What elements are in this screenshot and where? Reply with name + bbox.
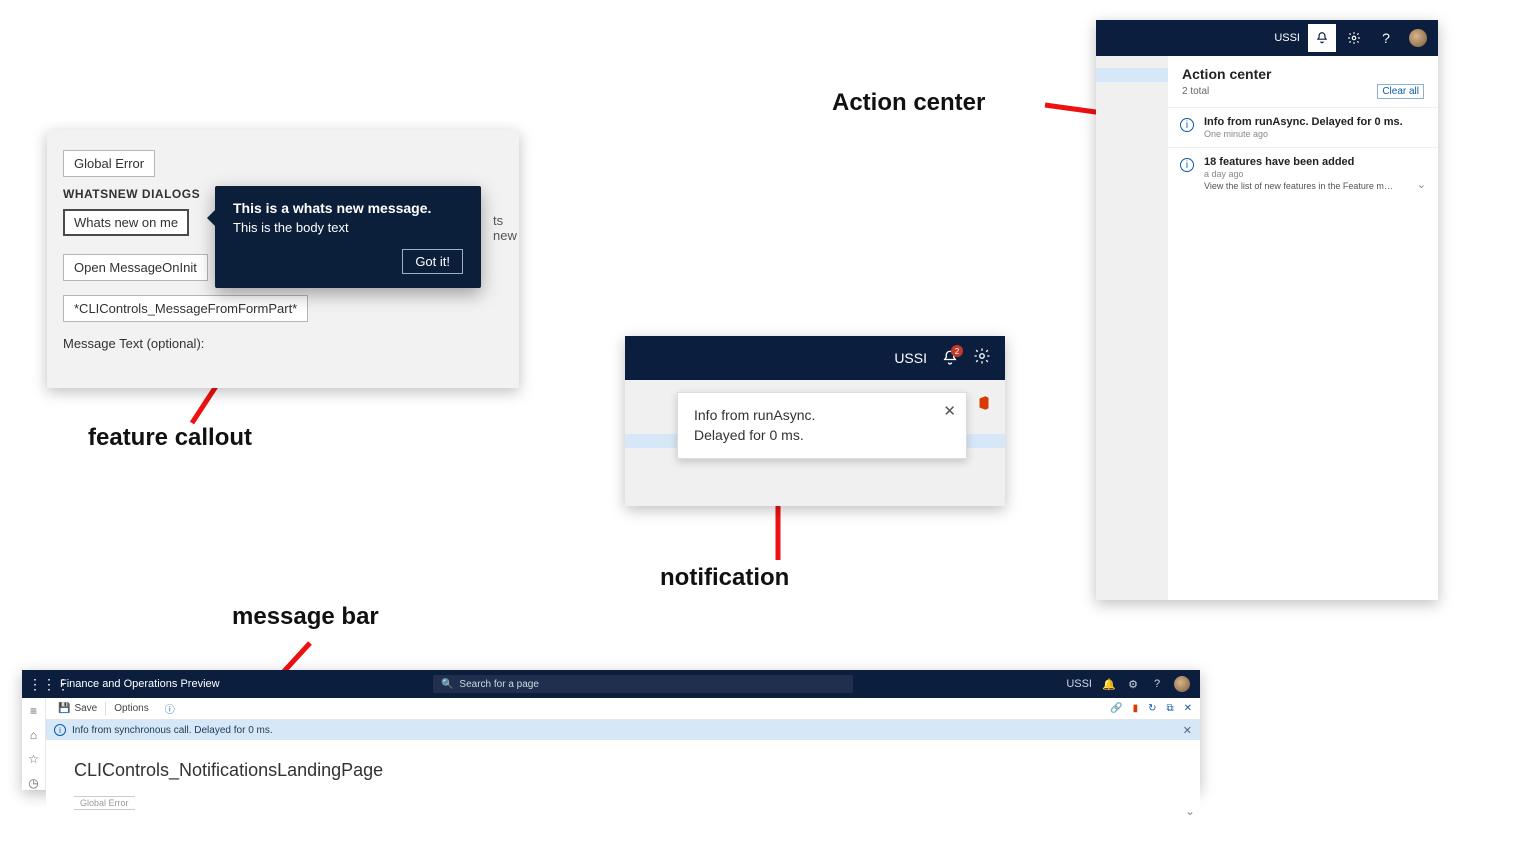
search-placeholder: Search for a page [459,679,539,690]
message-text-optional-label: Message Text (optional): [63,336,503,351]
refresh-icon[interactable]: ↻ [1148,703,1156,714]
app-title: Finance and Operations Preview [60,678,220,690]
avatar[interactable] [1404,24,1432,52]
hamburger-icon[interactable]: ≡ [30,704,37,718]
popup-title: This is a whats new message. [233,200,463,216]
office-icon[interactable]: ▮ [1133,703,1139,714]
close-icon[interactable]: ✕ [1183,724,1192,737]
notification-toast: Info from runAsync. Delayed for 0 ms. ✕ [677,392,967,459]
company-label: USSI [894,350,927,366]
whats-new-popup: This is a whats new message. This is the… [215,186,481,288]
ghost-text: Global Error [74,796,135,810]
open-message-oninit-button[interactable]: Open MessageOnInit [63,254,208,281]
gear-icon[interactable] [973,347,991,370]
save-label: Save [74,703,97,714]
bell-icon[interactable]: 🔔 [1102,677,1116,691]
office-icon[interactable] [975,394,993,417]
options-label: Options [114,703,148,714]
message-bar-panel: ⋮⋮⋮ Finance and Operations Preview 🔍 Sea… [22,670,1200,790]
info-icon: i [1180,158,1194,172]
message-bar-text: Info from synchronous call. Delayed for … [72,725,273,736]
left-rail: ≡ ⌂ ☆ ◷ [22,698,46,790]
ac-total-count: 2 total [1182,86,1209,97]
toast-line-1: Info from runAsync. [694,405,926,425]
annotation-feature-callout: feature callout [88,424,252,452]
chevron-down-icon[interactable]: ⌄ [1417,178,1426,191]
info-icon: i [1180,118,1194,132]
info-button[interactable]: ⓘ [157,701,183,716]
gear-icon[interactable]: ⚙ [1126,677,1140,691]
save-icon: 💾 [58,703,70,714]
recent-icon[interactable]: ◷ [28,776,38,790]
popup-body: This is the body text [233,220,463,235]
page-title: CLIControls_NotificationsLandingPage [74,760,1200,781]
waffle-icon[interactable]: ⋮⋮⋮ [28,676,54,693]
bell-icon[interactable]: 2 [941,349,959,367]
star-icon[interactable]: ☆ [28,752,39,766]
options-button[interactable]: Options [106,703,156,714]
gear-icon[interactable] [1340,24,1368,52]
ac-item[interactable]: i Info from runAsync. Delayed for 0 ms. … [1168,107,1438,147]
ac-item[interactable]: i 18 features have been added a day ago … [1168,147,1438,199]
annotation-action-center: Action center [832,89,985,117]
home-icon[interactable]: ⌂ [30,728,37,742]
feature-callout-panel: Global Error WHATSNEW DIALOGS Whats new … [47,130,519,388]
close-icon[interactable]: ✕ [1184,703,1192,714]
search-icon: 🔍 [441,679,453,690]
save-button[interactable]: 💾 Save [50,703,105,714]
annotation-message-bar: message bar [232,603,379,631]
ghost-text: ts new [493,213,517,243]
whats-new-button[interactable]: Whats new on me [63,209,189,236]
popout-icon[interactable]: ⧉ [1166,703,1173,714]
avatar[interactable] [1174,676,1190,692]
ac-item-detail: View the list of new features in the Fea… [1204,181,1394,191]
link-icon[interactable]: 🔗 [1110,703,1122,714]
toast-line-2: Delayed for 0 ms. [694,425,926,445]
ac-item-title: Info from runAsync. Delayed for 0 ms. [1204,116,1424,128]
action-center-panel: USSI ? Action center 2 total Clear all i… [1096,20,1438,600]
search-input[interactable]: 🔍 Search for a page [433,675,853,693]
close-icon[interactable]: ✕ [943,401,956,423]
company-label: USSI [1066,678,1092,690]
notification-badge: 2 [951,345,963,357]
notification-panel: USSI 2 Info from runAsync. Delayed for 0… [625,336,1005,506]
ac-item-time: One minute ago [1204,129,1424,139]
ac-company-label: USSI [1274,32,1300,44]
clear-all-link[interactable]: Clear all [1377,84,1424,99]
ac-item-time: a day ago [1204,169,1424,179]
got-it-button[interactable]: Got it! [402,249,463,274]
global-error-button[interactable]: Global Error [63,150,155,177]
bell-icon[interactable] [1308,24,1336,52]
info-icon: i [54,724,66,736]
action-center-title: Action center [1168,56,1438,84]
cli-message-formpart-button[interactable]: *CLIControls_MessageFromFormPart* [63,295,308,322]
scroll-down-icon[interactable]: ⌄ [1182,803,1198,819]
ac-item-title: 18 features have been added [1204,156,1424,168]
help-icon[interactable]: ? [1372,24,1400,52]
message-bar: i Info from synchronous call. Delayed fo… [46,720,1200,740]
help-icon[interactable]: ? [1150,677,1164,691]
